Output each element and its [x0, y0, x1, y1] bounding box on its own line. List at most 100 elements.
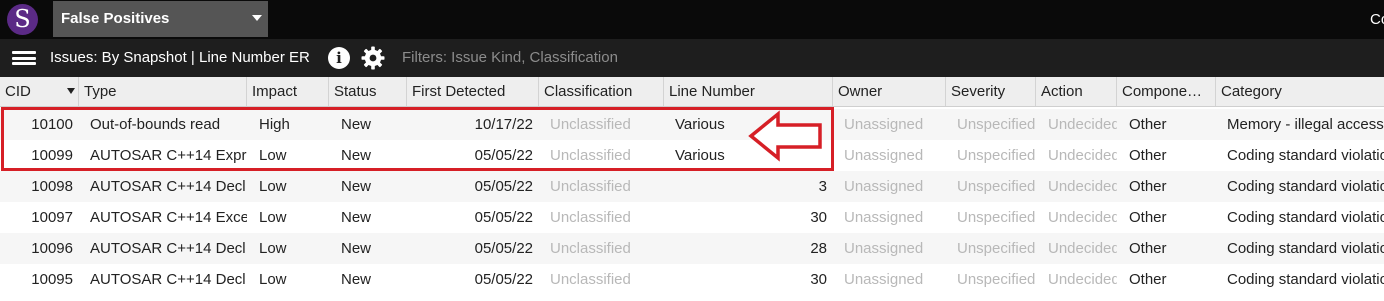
cell-line-number: 28	[810, 240, 827, 257]
cell-type: Out-of-bounds read	[90, 116, 221, 133]
cell-impact: Low	[259, 271, 287, 288]
cell-status: New	[341, 271, 372, 288]
cell-category: Coding standard violation	[1227, 178, 1384, 195]
sort-descending-icon	[67, 88, 75, 94]
top-right-menu[interactable]: Co	[1370, 0, 1384, 39]
cell-cid: 10098	[31, 178, 73, 195]
cell-status: New	[341, 240, 372, 257]
cell-cid: 10095	[31, 271, 73, 288]
cell-component: Other	[1129, 271, 1167, 288]
cell-component: Other	[1129, 209, 1167, 226]
column-header-first-detected[interactable]: First Detected	[407, 77, 539, 106]
cell-cid: 10097	[31, 209, 73, 226]
column-header-classification[interactable]: Classification	[539, 77, 664, 106]
cell-category: Coding standard violation	[1227, 271, 1384, 288]
cell-impact: Low	[259, 209, 287, 226]
cell-type: AUTOSAR C++14 Decl	[90, 240, 246, 257]
app-logo[interactable]: S	[7, 4, 38, 35]
cell-component: Other	[1129, 178, 1167, 195]
cell-classification: Unclassified	[550, 271, 631, 288]
cell-action: Undecided	[1048, 271, 1117, 288]
cell-impact: Low	[259, 240, 287, 257]
cell-category: Coding standard violation	[1227, 240, 1384, 257]
gear-icon[interactable]	[361, 46, 385, 70]
cell-type: AUTOSAR C++14 Expr	[90, 147, 247, 164]
cell-classification: Unclassified	[550, 209, 631, 226]
cell-classification: Unclassified	[550, 116, 631, 133]
cell-action: Undecided	[1048, 209, 1117, 226]
cell-action: Undecided	[1048, 240, 1117, 257]
cell-classification: Unclassified	[550, 178, 631, 195]
cell-owner: Unassigned	[844, 178, 924, 195]
cell-classification: Unclassified	[550, 240, 631, 257]
column-header-action[interactable]: Action	[1036, 77, 1117, 106]
cell-cid: 10096	[31, 240, 73, 257]
cell-owner: Unassigned	[844, 271, 924, 288]
cell-classification: Unclassified	[550, 147, 631, 164]
cell-owner: Unassigned	[844, 240, 924, 257]
cell-action: Undecided	[1048, 178, 1117, 195]
cell-first-detected: 05/05/22	[474, 271, 533, 288]
cell-line-number: 30	[810, 271, 827, 288]
cell-owner: Unassigned	[844, 147, 924, 164]
cell-severity: Unspecified	[957, 178, 1036, 195]
cell-line-number: Various	[675, 147, 725, 164]
cell-line-number: Various	[675, 116, 725, 133]
cell-first-detected: 05/05/22	[474, 240, 533, 257]
cell-type: AUTOSAR C++14 Exce	[90, 209, 247, 226]
cell-status: New	[341, 209, 372, 226]
column-header-type[interactable]: Type	[79, 77, 247, 106]
table-row[interactable]: 10099 AUTOSAR C++14 Expr Low New 05/05/2…	[0, 140, 1384, 171]
cell-impact: Low	[259, 147, 287, 164]
cell-severity: Unspecified	[957, 147, 1036, 164]
column-header-impact[interactable]: Impact	[247, 77, 329, 106]
cell-status: New	[341, 178, 372, 195]
cell-severity: Unspecified	[957, 271, 1036, 288]
cell-cid: 10099	[31, 147, 73, 164]
cell-owner: Unassigned	[844, 116, 924, 133]
cell-category: Memory - illegal accesses	[1227, 116, 1384, 133]
cell-line-number: 30	[810, 209, 827, 226]
filters-summary[interactable]: Filters: Issue Kind, Classification	[402, 39, 618, 77]
cell-line-number: 3	[818, 178, 827, 195]
table-row[interactable]: 10100 Out-of-bounds read High New 10/17/…	[0, 109, 1384, 140]
top-bar: S False Positives Co	[0, 0, 1384, 39]
table-row[interactable]: 10098 AUTOSAR C++14 Decl Low New 05/05/2…	[0, 171, 1384, 202]
table-row[interactable]: 10096 AUTOSAR C++14 Decl Low New 05/05/2…	[0, 233, 1384, 264]
cell-component: Other	[1129, 116, 1167, 133]
cell-action: Undecided	[1048, 116, 1117, 133]
menu-icon[interactable]	[12, 51, 36, 65]
column-header-component[interactable]: Compone…	[1117, 77, 1216, 106]
cell-component: Other	[1129, 147, 1167, 164]
cell-severity: Unspecified	[957, 240, 1036, 257]
cell-first-detected: 05/05/22	[474, 209, 533, 226]
column-header-line-number[interactable]: Line Number	[664, 77, 833, 106]
cell-type: AUTOSAR C++14 Decl	[90, 178, 246, 195]
cell-first-detected: 10/17/22	[474, 116, 533, 133]
cell-component: Other	[1129, 240, 1167, 257]
project-selector[interactable]: False Positives	[53, 1, 268, 37]
info-icon[interactable]: i	[328, 47, 350, 69]
column-header-category[interactable]: Category	[1216, 77, 1384, 106]
table-row[interactable]: 10095 AUTOSAR C++14 Decl Low New 05/05/2…	[0, 264, 1384, 295]
column-header-status[interactable]: Status	[329, 77, 407, 106]
column-header-severity[interactable]: Severity	[946, 77, 1036, 106]
table-row[interactable]: 10097 AUTOSAR C++14 Exce Low New 05/05/2…	[0, 202, 1384, 233]
cell-first-detected: 05/05/22	[474, 178, 533, 195]
cell-type: AUTOSAR C++14 Decl	[90, 271, 246, 288]
cell-cid: 10100	[31, 116, 73, 133]
view-title[interactable]: Issues: By Snapshot | Line Number ER	[50, 39, 310, 77]
cell-severity: Unspecified	[957, 209, 1036, 226]
column-header-owner[interactable]: Owner	[833, 77, 946, 106]
column-header-label: CID	[5, 83, 31, 100]
chevron-down-icon	[252, 15, 262, 21]
cell-status: New	[341, 147, 372, 164]
view-toolbar: Issues: By Snapshot | Line Number ER i F…	[0, 39, 1384, 77]
cell-owner: Unassigned	[844, 209, 924, 226]
cell-impact: High	[259, 116, 290, 133]
column-header-cid[interactable]: CID	[0, 77, 79, 106]
cell-category: Coding standard violation	[1227, 147, 1384, 164]
project-name: False Positives	[61, 10, 170, 27]
cell-severity: Unspecified	[957, 116, 1036, 133]
cell-first-detected: 05/05/22	[474, 147, 533, 164]
